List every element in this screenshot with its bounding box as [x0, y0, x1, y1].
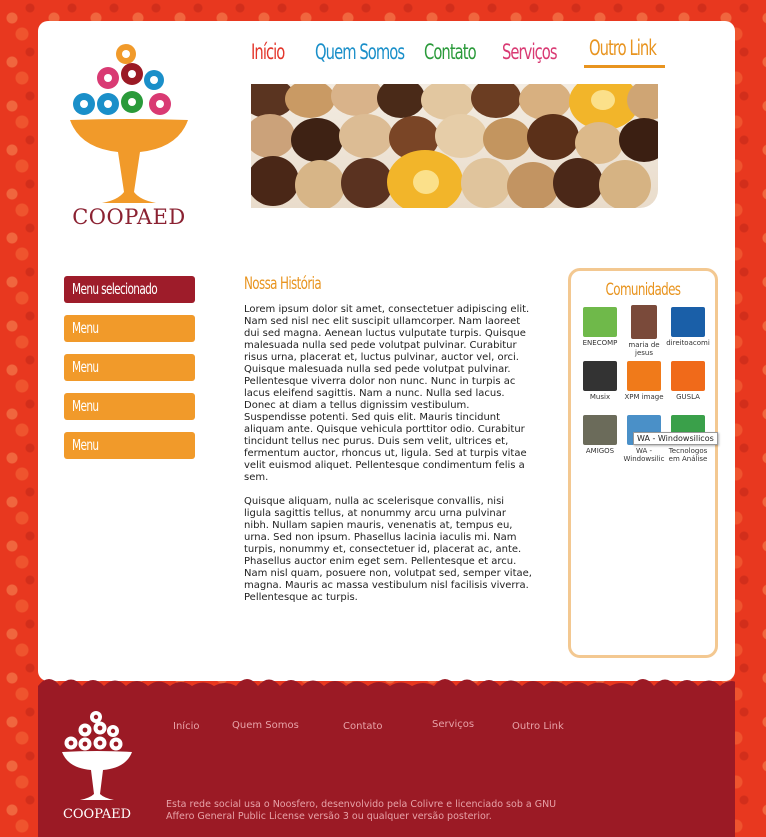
footer-link-inicio[interactable]: Início	[173, 721, 199, 732]
footer-license-note: Esta rede social usa o Noosfero, desenvo…	[166, 799, 557, 822]
article-paragraph: Quisque aliquam, nulla ac scelerisque co…	[244, 496, 532, 603]
nav-link-servicos[interactable]: Serviços	[502, 40, 558, 64]
footer-link-servicos[interactable]: Serviços	[432, 719, 474, 730]
communities-box: Comunidades ENECOMP maria de jesus direi…	[568, 268, 718, 658]
community-thumbnail	[583, 361, 617, 391]
footer-link-quem-somos[interactable]: Quem Somos	[232, 720, 299, 731]
community-item-amigos[interactable]: AMIGOS	[578, 415, 622, 455]
community-label: AMIGOS	[585, 447, 615, 455]
coopaed-logo[interactable]	[68, 40, 190, 232]
top-navigation: Início Quem Somos Contato Serviços Outro…	[250, 36, 670, 72]
side-menu-item[interactable]: Menu	[64, 354, 195, 381]
community-tooltip: WA - Windowsilicos	[633, 432, 718, 445]
community-thumbnail	[583, 415, 617, 445]
community-label: GUSLA	[676, 393, 700, 401]
community-thumbnail	[671, 361, 705, 391]
nav-link-quem-somos[interactable]: Quem Somos	[315, 40, 405, 64]
community-thumbnail	[631, 305, 657, 339]
article-paragraph: Lorem ipsum dolor sit amet, consectetuer…	[244, 304, 530, 483]
sweets-banner-image	[251, 84, 658, 208]
community-label: Musix	[589, 393, 611, 401]
nav-link-outro-link[interactable]: Outro Link	[589, 36, 657, 60]
footer-logo-wordmark: COOPAED	[62, 807, 132, 822]
footer-coopaed-logo[interactable]	[62, 710, 132, 810]
nav-link-inicio[interactable]: Início	[251, 40, 285, 64]
community-label: XPM image	[624, 393, 664, 401]
community-item-direitoacomi[interactable]: direitoacomi	[666, 307, 710, 347]
community-item-gusla[interactable]: GUSLA	[666, 361, 710, 401]
footer-link-outro-link[interactable]: Outro Link	[512, 721, 564, 732]
communities-title: Comunidades	[605, 280, 681, 300]
side-menu-item[interactable]: Menu	[64, 393, 195, 420]
community-label: ENECOMP	[582, 339, 618, 347]
side-menu-item[interactable]: Menu	[64, 432, 195, 459]
logo-wordmark: COOPAED	[72, 205, 186, 229]
community-label: maria de jesus	[628, 341, 660, 357]
article-title: Nossa História	[244, 274, 322, 294]
community-label: Tecnologos em Análise	[668, 447, 708, 463]
footer-link-contato[interactable]: Contato	[343, 721, 383, 732]
community-thumbnail	[627, 361, 661, 391]
article-content: Nossa História Lorem ipsum dolor sit ame…	[244, 274, 532, 616]
community-item-musix[interactable]: Musix	[578, 361, 622, 401]
community-thumbnail	[583, 307, 617, 337]
community-label: WA - Windowsilic	[623, 447, 665, 463]
side-menu-item-selected[interactable]: Menu selecionado	[64, 276, 195, 303]
side-menu: Menu selecionado Menu Menu Menu Menu	[64, 276, 195, 471]
community-item-enecomp[interactable]: ENECOMP	[578, 307, 622, 347]
nav-active-underline	[584, 65, 665, 68]
community-item-maria-de-jesus[interactable]: maria de jesus	[622, 305, 666, 357]
community-label: direitoacomi	[666, 339, 710, 347]
community-item-xpm-image[interactable]: XPM image	[622, 361, 666, 401]
nav-link-contato[interactable]: Contato	[424, 40, 477, 64]
side-menu-item[interactable]: Menu	[64, 315, 195, 342]
community-thumbnail	[671, 307, 705, 337]
